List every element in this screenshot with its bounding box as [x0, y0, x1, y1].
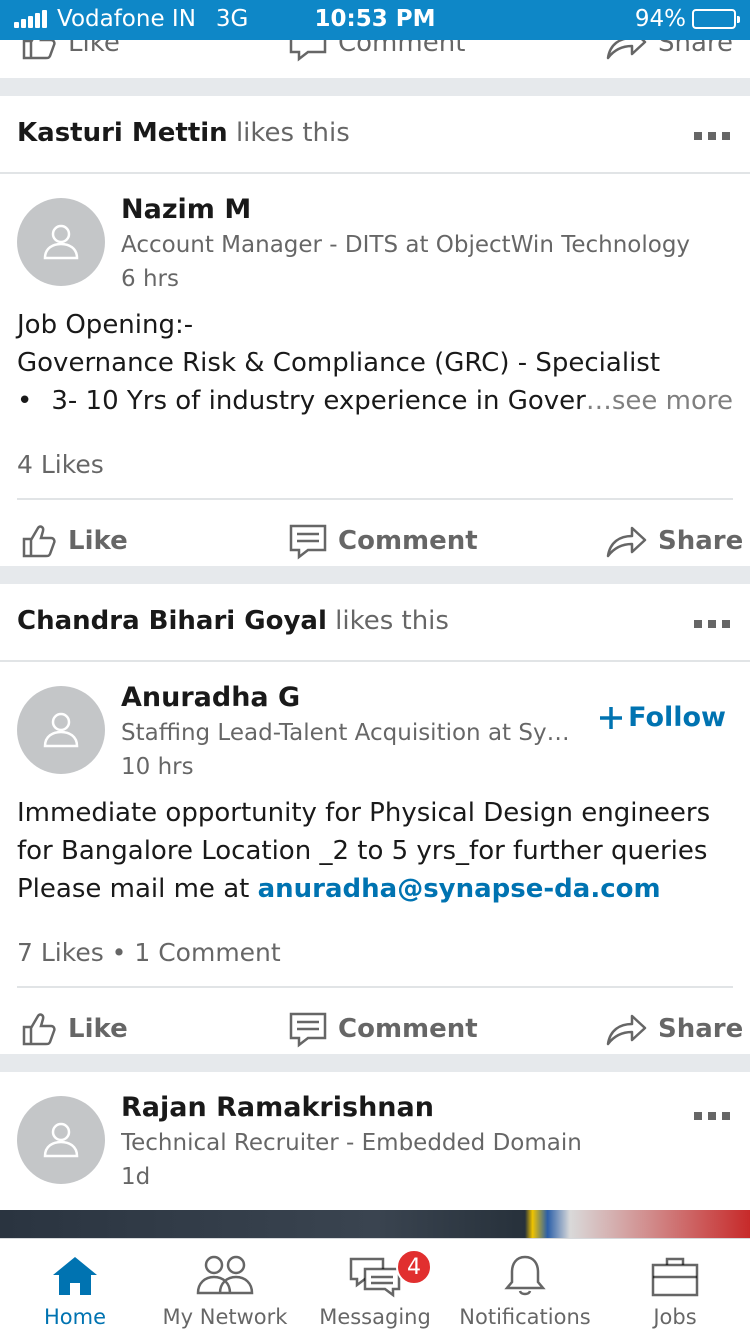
share-button[interactable]: Share	[604, 1010, 743, 1048]
person-icon	[43, 224, 79, 260]
avatar[interactable]	[17, 198, 105, 286]
social-counts[interactable]: 7 Likes • 1 Comment	[17, 918, 733, 988]
comment-button[interactable]: Comment	[288, 522, 478, 560]
comment-label: Comment	[338, 526, 478, 556]
likes-comments-count: 7 Likes • 1 Comment	[17, 937, 281, 967]
author-title: Staffing Lead-Talent Acquisition at Syna…	[121, 720, 576, 746]
nav-my-network[interactable]: My Network	[150, 1239, 300, 1334]
follow-label: Follow	[628, 702, 726, 733]
post-time: 10 hrs	[121, 754, 194, 780]
status-bar: Vodafone IN 3G 10:53 PM 94%	[0, 0, 750, 40]
home-icon	[53, 1257, 97, 1295]
share-label: Share	[658, 1014, 744, 1044]
battery-icon	[692, 9, 740, 29]
like-button[interactable]: Like	[20, 1010, 128, 1048]
comment-button[interactable]: Comment	[288, 1010, 478, 1048]
share-label: Share	[658, 526, 744, 556]
messaging-icon	[349, 1257, 401, 1298]
author-title: Account Manager - DITS at ObjectWin Tech…	[121, 232, 691, 258]
messaging-badge: 4	[396, 1249, 432, 1285]
liker-name[interactable]: Kasturi Mettin	[17, 118, 228, 148]
see-more-link[interactable]: …see more	[586, 382, 733, 420]
author-title: Technical Recruiter - Embedded Domain	[121, 1130, 582, 1156]
nav-messaging-label: Messaging	[319, 1305, 431, 1329]
feed-post: Rajan Ramakrishnan Technical Recruiter -…	[0, 1072, 750, 1212]
liker-name[interactable]: Chandra Bihari Goyal	[17, 606, 327, 636]
thumbs-up-icon	[22, 1013, 56, 1046]
nav-home-label: Home	[43, 1305, 106, 1329]
briefcase-icon	[651, 1257, 699, 1297]
liker-text: Chandra Bihari Goyal likes this	[17, 606, 449, 636]
bottom-nav: Home My Network Messaging 4 Notification…	[0, 1238, 750, 1334]
post-time: 6 hrs	[121, 266, 179, 292]
post-context: Chandra Bihari Goyal likes this	[0, 584, 750, 662]
liker-text: Kasturi Mettin likes this	[17, 118, 350, 148]
author-name[interactable]: Anuradha G	[121, 682, 300, 713]
liker-suffix: likes this	[235, 118, 350, 148]
feed-post: Chandra Bihari Goyal likes this Anuradha…	[0, 584, 750, 1054]
post-line: Governance Risk & Compliance (GRC) - Spe…	[17, 348, 661, 378]
nav-home[interactable]: Home	[0, 1239, 150, 1334]
post-actions: Like Comment Share	[0, 988, 750, 1068]
likes-count: 4 Likes	[17, 449, 104, 479]
people-icon	[196, 1255, 254, 1295]
bell-icon	[504, 1255, 546, 1296]
person-icon	[43, 1122, 79, 1158]
nav-my-network-label: My Network	[162, 1305, 288, 1329]
follow-button[interactable]: Follow	[598, 702, 726, 733]
post-author[interactable]: Anuradha G Staffing Lead-Talent Acquisit…	[0, 662, 750, 782]
post-line: Job Opening:-	[17, 310, 194, 340]
plus-icon	[600, 706, 623, 729]
post-body: Job Opening:- Governance Risk & Complian…	[0, 306, 750, 420]
nav-messaging[interactable]: Messaging 4	[300, 1239, 450, 1334]
bullet: •	[17, 386, 33, 416]
post-time: 1d	[121, 1164, 151, 1190]
post-author[interactable]: Rajan Ramakrishnan Technical Recruiter -…	[0, 1072, 750, 1192]
comment-icon	[289, 1012, 327, 1048]
author-name[interactable]: Nazim M	[121, 194, 251, 225]
battery-percent: 94%	[634, 6, 686, 32]
like-label: Like	[68, 1014, 128, 1044]
author-name[interactable]: Rajan Ramakrishnan	[121, 1092, 434, 1123]
avatar[interactable]	[17, 1096, 105, 1184]
social-counts[interactable]: 4 Likes	[17, 430, 733, 500]
nav-jobs-label: Jobs	[653, 1305, 697, 1329]
feed-post: Kasturi Mettin likes this Nazim M Accoun…	[0, 96, 750, 566]
like-label: Like	[68, 526, 128, 556]
battery-status: 94%	[634, 6, 740, 32]
comment-icon	[289, 524, 327, 560]
thumbs-up-icon	[22, 525, 56, 558]
share-icon	[606, 1014, 647, 1046]
share-button[interactable]: Share	[604, 522, 743, 560]
post-actions: Like Comment Share	[0, 500, 750, 580]
more-options-icon[interactable]	[694, 620, 730, 628]
share-icon	[606, 526, 647, 558]
post-image[interactable]	[0, 1210, 750, 1238]
post-bullet-line: • 3- 10 Yrs of industry experience in Go…	[17, 382, 733, 420]
like-button[interactable]: Like	[20, 522, 128, 560]
avatar[interactable]	[17, 686, 105, 774]
nav-jobs[interactable]: Jobs	[600, 1239, 750, 1334]
person-icon	[43, 712, 79, 748]
post-line: 3- 10 Yrs of industry experience in Gove…	[51, 386, 586, 416]
more-options-icon[interactable]	[694, 1112, 730, 1120]
post-author[interactable]: Nazim M Account Manager - DITS at Object…	[0, 174, 750, 294]
comment-label: Comment	[338, 1014, 478, 1044]
nav-notifications-label: Notifications	[459, 1305, 591, 1329]
nav-notifications[interactable]: Notifications	[450, 1239, 600, 1334]
post-context: Kasturi Mettin likes this	[0, 96, 750, 174]
email-link[interactable]: anuradha@synapse-da.com	[258, 874, 661, 904]
post-body: Immediate opportunity for Physical Desig…	[0, 794, 750, 908]
liker-suffix: likes this	[335, 606, 449, 636]
more-options-icon[interactable]	[694, 132, 730, 140]
